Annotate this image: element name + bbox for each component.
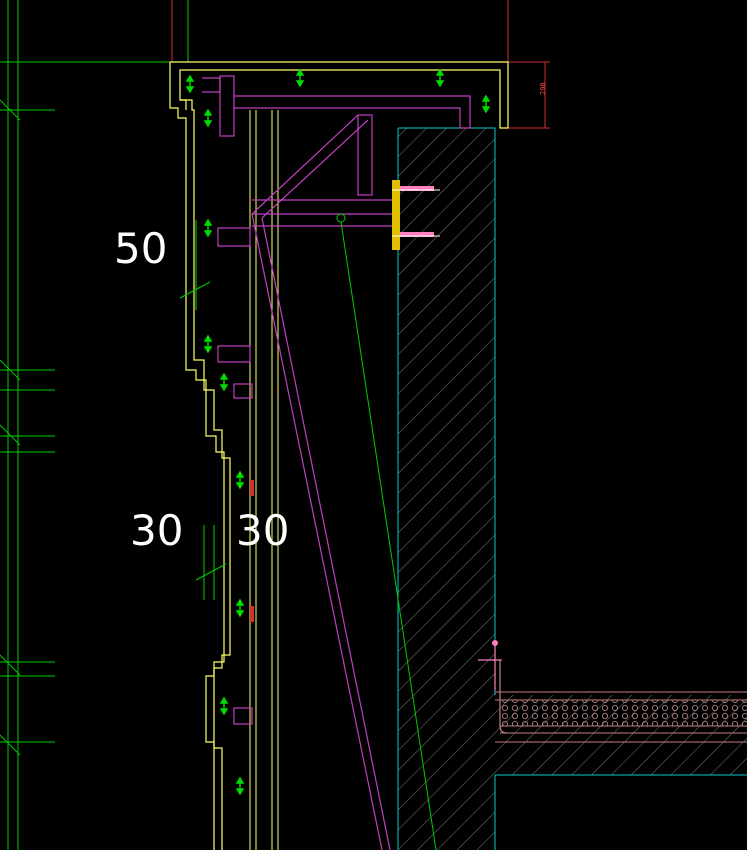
cad-drawing-canvas: 200 50 30 30 <box>0 0 747 850</box>
dimension-label-30-right: 30 <box>236 506 289 555</box>
dimension-label-50: 50 <box>114 224 167 273</box>
top-height-dimension: 200 <box>539 82 547 95</box>
dimension-label-30-left: 30 <box>130 506 183 555</box>
